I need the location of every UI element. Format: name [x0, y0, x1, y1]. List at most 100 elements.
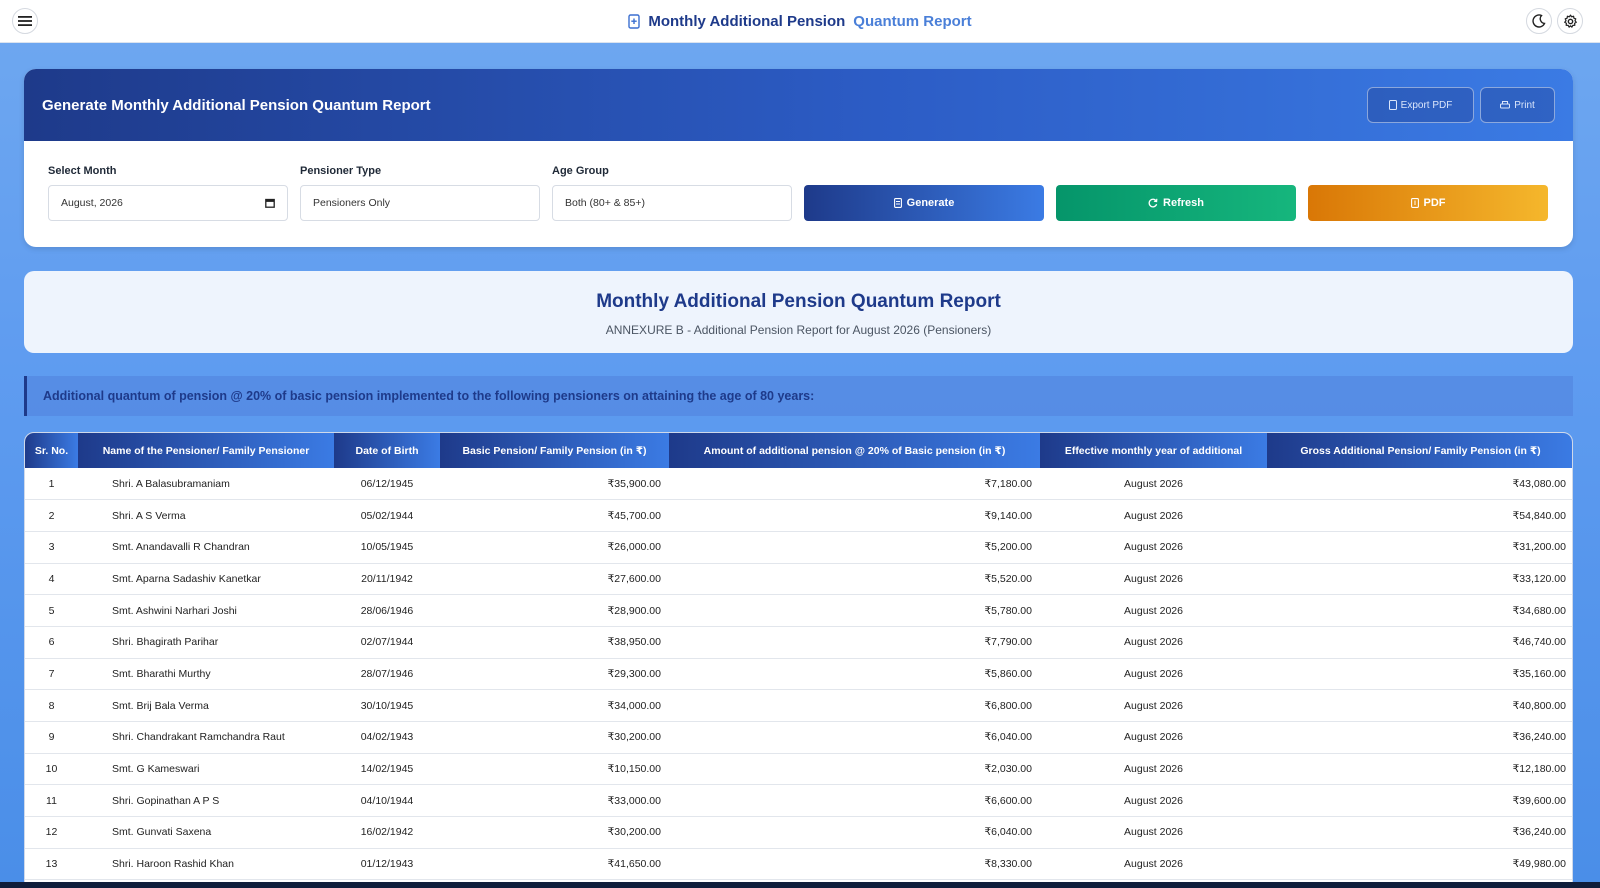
additional-amount-cell: ₹8,330.00: [669, 848, 1040, 881]
month-field: Select Month August, 2026: [48, 165, 288, 221]
column-header-basic-pension[interactable]: Basic Pension/ Family Pension (in ₹): [440, 433, 669, 468]
table-row[interactable]: 9 Shri. Chandrakant Ramchandra Raut 04/02/…: [25, 721, 1572, 754]
effective-month-cell: August 2026: [1040, 816, 1267, 849]
file-pdf-icon: [1410, 198, 1419, 208]
column-header-additional-amount[interactable]: Amount of additional pension @ 20% of Ba…: [669, 433, 1040, 468]
age-group-value: Both (80+ & 85+): [565, 197, 645, 209]
sr-no-cell: 2: [25, 499, 78, 532]
basic-pension-cell: ₹29,300.00: [440, 658, 669, 691]
print-button[interactable]: Print: [1480, 87, 1555, 123]
effective-month-cell: August 2026: [1040, 658, 1267, 691]
table-row[interactable]: 6 Shri. Bhagirath Parihar 02/07/1944 ₹38,95…: [25, 626, 1572, 659]
theme-toggle-button[interactable]: [1526, 8, 1552, 34]
generate-button[interactable]: Generate: [804, 185, 1044, 221]
dob-cell: 04/02/1943: [334, 721, 440, 754]
gross-pension-cell: ₹36,240.00: [1267, 816, 1572, 849]
additional-amount-cell: ₹7,180.00: [669, 468, 1040, 501]
name-cell: Smt. Bharathi Murthy: [78, 658, 334, 691]
effective-month-cell: August 2026: [1040, 563, 1267, 596]
effective-month-cell: August 2026: [1040, 689, 1267, 722]
app-title-accent: Quantum Report: [853, 12, 972, 30]
document-icon: [893, 198, 902, 208]
bottom-strip: [0, 882, 1600, 888]
basic-pension-cell: ₹30,200.00: [440, 816, 669, 849]
table-row[interactable]: 4 Smt. Aparna Sadashiv Kanetkar 20/11/1942…: [25, 563, 1572, 596]
column-header-dob[interactable]: Date of Birth: [334, 433, 440, 468]
print-label: Print: [1514, 99, 1535, 111]
sr-no-cell: 13: [25, 848, 78, 881]
pensioner-type-select[interactable]: Pensioners Only: [300, 185, 540, 221]
gross-pension-cell: ₹49,980.00: [1267, 848, 1572, 881]
effective-month-cell: August 2026: [1040, 721, 1267, 754]
app-title: Monthly Additional Pension Quantum Repor…: [628, 12, 972, 30]
basic-pension-cell: ₹28,900.00: [440, 594, 669, 627]
table-row[interactable]: 13 Shri. Haroon Rashid Khan 01/12/1943 ₹41,…: [25, 848, 1572, 881]
sr-no-cell: 3: [25, 531, 78, 564]
table-row[interactable]: 5 Smt. Ashwini Narhari Joshi 28/06/1946 ₹28…: [25, 594, 1572, 627]
column-header-gross-pension[interactable]: Gross Additional Pension/ Family Pension…: [1267, 433, 1572, 468]
sr-no-cell: 7: [25, 658, 78, 691]
gross-pension-cell: ₹12,180.00: [1267, 753, 1572, 786]
column-header-sr-no[interactable]: Sr. No.: [25, 433, 78, 468]
effective-month-cell: August 2026: [1040, 753, 1267, 786]
dob-cell: 20/11/1942: [334, 563, 440, 596]
info-banner-text: Additional quantum of pension @ 20% of b…: [43, 389, 815, 403]
column-header-name[interactable]: Name of the Pensioner/ Family Pensioner: [78, 433, 334, 468]
effective-month-cell: August 2026: [1040, 531, 1267, 564]
basic-pension-cell: ₹38,950.00: [440, 626, 669, 659]
sr-no-cell: 11: [25, 784, 78, 818]
dob-cell: 16/02/1942: [334, 816, 440, 849]
info-banner: Additional quantum of pension @ 20% of b…: [24, 376, 1573, 416]
additional-amount-cell: ₹6,040.00: [669, 721, 1040, 754]
export-pdf-button[interactable]: Export PDF: [1367, 87, 1474, 123]
top-bar: Monthly Additional Pension Quantum Repor…: [0, 0, 1600, 43]
table-row[interactable]: 8 Smt. Brij Bala Verma 30/10/1945 ₹34,000.0…: [25, 689, 1572, 722]
table-row[interactable]: 3 Smt. Anandavalli R Chandran 10/05/1945 ₹2…: [25, 531, 1572, 564]
additional-amount-cell: ₹6,600.00: [669, 784, 1040, 818]
sr-no-cell: 12: [25, 816, 78, 849]
name-cell: Smt. G Kameswari: [78, 753, 334, 786]
printer-icon: [1500, 100, 1511, 108]
dob-cell: 05/02/1944: [334, 499, 440, 532]
sr-no-cell: 4: [25, 563, 78, 596]
basic-pension-cell: ₹33,000.00: [440, 784, 669, 818]
month-input[interactable]: August, 2026: [48, 185, 288, 221]
table-row[interactable]: 12 Smt. Gunvati Saxena 16/02/1942 ₹30,200.0…: [25, 816, 1572, 849]
menu-button[interactable]: [12, 8, 38, 34]
sr-no-cell: 6: [25, 626, 78, 659]
column-header-effective-month[interactable]: Effective monthly year of additional: [1040, 433, 1267, 468]
moon-icon: [1532, 14, 1546, 28]
report-title-card: Monthly Additional Pension Quantum Repor…: [24, 271, 1573, 353]
table-row[interactable]: 2 Shri. A S Verma 05/02/1944 ₹45,700.00 ₹9,1…: [25, 499, 1572, 532]
refresh-button[interactable]: Refresh: [1056, 185, 1296, 221]
settings-button[interactable]: [1557, 8, 1583, 34]
table-header-row: Sr. No. Name of the Pensioner/ Family Pe…: [25, 433, 1572, 468]
additional-amount-cell: ₹2,030.00: [669, 753, 1040, 786]
pension-table-container: Sr. No. Name of the Pensioner/ Family Pe…: [24, 432, 1573, 888]
basic-pension-cell: ₹30,200.00: [440, 721, 669, 754]
refresh-label: Refresh: [1163, 197, 1204, 209]
gross-pension-cell: ₹33,120.00: [1267, 563, 1572, 596]
table-row[interactable]: 11 Shri. Gopinathan A P S 04/10/1944 ₹33,00…: [25, 784, 1572, 818]
gross-pension-cell: ₹46,740.00: [1267, 626, 1572, 659]
table-row[interactable]: 1 Shri. A Balasubramaniam 06/12/1945 ₹35,90…: [25, 468, 1572, 501]
age-group-select[interactable]: Both (80+ & 85+): [552, 185, 792, 221]
additional-amount-cell: ₹5,520.00: [669, 563, 1040, 596]
name-cell: Smt. Anandavalli R Chandran: [78, 531, 334, 564]
basic-pension-cell: ₹35,900.00: [440, 468, 669, 501]
name-cell: Smt. Aparna Sadashiv Kanetkar: [78, 563, 334, 596]
pdf-button[interactable]: PDF: [1308, 185, 1548, 221]
pdf-label: PDF: [1423, 197, 1446, 209]
gear-icon: [1563, 14, 1577, 28]
additional-amount-cell: ₹9,140.00: [669, 499, 1040, 532]
filters-row: Select Month August, 2026 Pensioner Type…: [48, 165, 1573, 235]
table-row[interactable]: 7 Smt. Bharathi Murthy 28/07/1946 ₹29,300.0…: [25, 658, 1572, 691]
report-subtitle: ANNEXURE B - Additional Pension Report f…: [605, 323, 992, 337]
dob-cell: 04/10/1944: [334, 784, 440, 818]
name-cell: Smt. Ashwini Narhari Joshi: [78, 594, 334, 627]
table-row[interactable]: 10 Smt. G Kameswari 14/02/1945 ₹10,150.00 ₹2…: [25, 753, 1572, 786]
basic-pension-cell: ₹45,700.00: [440, 499, 669, 532]
basic-pension-cell: ₹34,000.00: [440, 689, 669, 722]
additional-amount-cell: ₹5,860.00: [669, 658, 1040, 691]
gross-pension-cell: ₹31,200.00: [1267, 531, 1572, 564]
